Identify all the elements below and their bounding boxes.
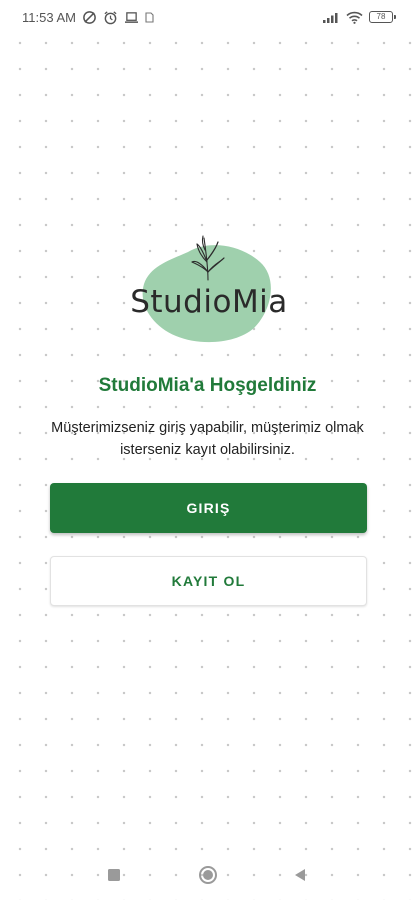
do-not-disturb-icon — [82, 10, 97, 25]
laptop-icon — [124, 11, 139, 24]
login-button[interactable]: GIRIŞ — [50, 483, 367, 533]
system-nav-bar — [0, 850, 415, 900]
wifi-icon — [346, 11, 363, 24]
notification-icon — [145, 11, 154, 23]
register-button-label: KAYIT OL — [171, 573, 246, 589]
signal-icon — [323, 11, 340, 23]
battery-icon: 78 — [369, 11, 396, 23]
login-button-label: GIRIŞ — [186, 500, 231, 516]
welcome-description: Müşterimizseniz giriş yapabilir, müşteri… — [51, 420, 364, 458]
recents-square-icon[interactable] — [107, 868, 121, 882]
status-time: 11:53 AM — [22, 9, 76, 25]
home-circle-icon[interactable] — [198, 865, 218, 885]
alarm-icon — [103, 10, 118, 25]
back-triangle-icon[interactable] — [293, 868, 307, 882]
status-right: 78 — [323, 11, 396, 24]
logo-wordmark: StudioMia — [130, 284, 288, 320]
register-button[interactable]: KAYIT OL — [50, 556, 367, 606]
welcome-title: StudioMia'a Hoşgeldiniz — [98, 375, 317, 396]
status-left: 11:53 AM — [22, 10, 154, 25]
studiomia-logo: StudioMia — [128, 232, 290, 350]
status-bar: 11:53 AM 78 — [0, 0, 415, 34]
